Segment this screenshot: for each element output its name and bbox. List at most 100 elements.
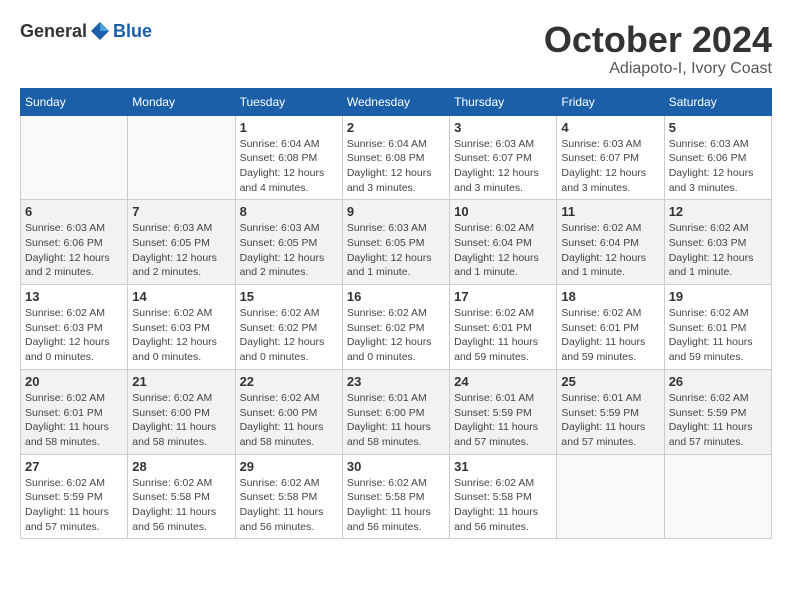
calendar-day-cell: 6 Sunrise: 6:03 AM Sunset: 6:06 PM Daylig… bbox=[21, 200, 128, 285]
day-info: Sunrise: 6:03 AM Sunset: 6:05 PM Dayligh… bbox=[240, 221, 338, 280]
calendar-day-cell: 26Sunrise: 6:02 AM Sunset: 5:59 PM Dayli… bbox=[664, 369, 771, 454]
day-info: Sunrise: 6:02 AM Sunset: 6:02 PM Dayligh… bbox=[347, 306, 445, 365]
page-header: General Blue October 2024 Adiapoto-I, Iv… bbox=[20, 20, 772, 78]
calendar-day-cell: 10 Sunrise: 6:02 AM Sunset: 6:04 PM Dayli… bbox=[450, 200, 557, 285]
calendar-day-cell: 19 Sunrise: 6:02 AM Sunset: 6:01 PM Dayli… bbox=[664, 285, 771, 370]
location: Adiapoto-I, Ivory Coast bbox=[544, 60, 772, 78]
day-info: Sunrise: 6:02 AM Sunset: 6:02 PM Dayligh… bbox=[240, 306, 338, 365]
day-number: 29 bbox=[240, 459, 338, 474]
day-number: 1 bbox=[240, 120, 338, 135]
calendar-day-header: Wednesday bbox=[342, 88, 449, 115]
day-info: Sunrise: 6:02 AM Sunset: 6:01 PM Dayligh… bbox=[561, 306, 659, 365]
calendar-day-cell bbox=[21, 115, 128, 200]
day-number: 13 bbox=[25, 289, 123, 304]
day-number: 6 bbox=[25, 204, 123, 219]
day-number: 27 bbox=[25, 459, 123, 474]
calendar-day-header: Sunday bbox=[21, 88, 128, 115]
day-info: Sunrise: 6:02 AM Sunset: 6:03 PM Dayligh… bbox=[25, 306, 123, 365]
calendar-day-cell: 2Sunrise: 6:04 AM Sunset: 6:08 PM Daylig… bbox=[342, 115, 449, 200]
day-info: Sunrise: 6:04 AM Sunset: 6:08 PM Dayligh… bbox=[240, 137, 338, 196]
day-number: 19 bbox=[669, 289, 767, 304]
day-info: Sunrise: 6:03 AM Sunset: 6:07 PM Dayligh… bbox=[561, 137, 659, 196]
calendar-table: SundayMondayTuesdayWednesdayThursdayFrid… bbox=[20, 88, 772, 540]
calendar-day-cell: 27 Sunrise: 6:02 AM Sunset: 5:59 PM Dayli… bbox=[21, 454, 128, 539]
day-info: Sunrise: 6:03 AM Sunset: 6:05 PM Dayligh… bbox=[132, 221, 230, 280]
calendar-week-row: 1 Sunrise: 6:04 AM Sunset: 6:08 PM Daylig… bbox=[21, 115, 772, 200]
calendar-day-cell: 16 Sunrise: 6:02 AM Sunset: 6:02 PM Dayli… bbox=[342, 285, 449, 370]
calendar-day-cell bbox=[664, 454, 771, 539]
logo-container: General Blue bbox=[20, 20, 152, 42]
day-number: 10 bbox=[454, 204, 552, 219]
calendar-day-cell: 3Sunrise: 6:03 AM Sunset: 6:07 PM Daylig… bbox=[450, 115, 557, 200]
calendar-day-cell: 31Sunrise: 6:02 AM Sunset: 5:58 PM Dayli… bbox=[450, 454, 557, 539]
day-number: 28 bbox=[132, 459, 230, 474]
title-section: October 2024 Adiapoto-I, Ivory Coast bbox=[544, 20, 772, 78]
day-number: 3 bbox=[454, 120, 552, 135]
day-number: 26 bbox=[669, 374, 767, 389]
calendar-day-cell: 28 Sunrise: 6:02 AM Sunset: 5:58 PM Dayli… bbox=[128, 454, 235, 539]
day-info: Sunrise: 6:04 AM Sunset: 6:08 PM Dayligh… bbox=[347, 137, 445, 196]
day-info: Sunrise: 6:02 AM Sunset: 5:58 PM Dayligh… bbox=[240, 476, 338, 535]
calendar-week-row: 20 Sunrise: 6:02 AM Sunset: 6:01 PM Dayli… bbox=[21, 369, 772, 454]
calendar-day-cell bbox=[128, 115, 235, 200]
calendar-day-cell: 25Sunrise: 6:01 AM Sunset: 5:59 PM Dayli… bbox=[557, 369, 664, 454]
day-number: 8 bbox=[240, 204, 338, 219]
calendar-day-cell: 21 Sunrise: 6:02 AM Sunset: 6:00 PM Dayli… bbox=[128, 369, 235, 454]
day-info: Sunrise: 6:02 AM Sunset: 6:03 PM Dayligh… bbox=[132, 306, 230, 365]
day-info: Sunrise: 6:02 AM Sunset: 5:58 PM Dayligh… bbox=[132, 476, 230, 535]
day-number: 15 bbox=[240, 289, 338, 304]
calendar-week-row: 13 Sunrise: 6:02 AM Sunset: 6:03 PM Dayli… bbox=[21, 285, 772, 370]
calendar-day-header: Monday bbox=[128, 88, 235, 115]
day-number: 7 bbox=[132, 204, 230, 219]
day-info: Sunrise: 6:03 AM Sunset: 6:05 PM Dayligh… bbox=[347, 221, 445, 280]
calendar-day-cell: 8 Sunrise: 6:03 AM Sunset: 6:05 PM Daylig… bbox=[235, 200, 342, 285]
calendar-day-cell: 14 Sunrise: 6:02 AM Sunset: 6:03 PM Dayli… bbox=[128, 285, 235, 370]
day-info: Sunrise: 6:02 AM Sunset: 6:01 PM Dayligh… bbox=[25, 391, 123, 450]
day-number: 14 bbox=[132, 289, 230, 304]
calendar-day-cell: 24 Sunrise: 6:01 AM Sunset: 5:59 PM Dayli… bbox=[450, 369, 557, 454]
logo: General Blue bbox=[20, 20, 152, 42]
calendar-day-cell: 4 Sunrise: 6:03 AM Sunset: 6:07 PM Daylig… bbox=[557, 115, 664, 200]
calendar-day-cell bbox=[557, 454, 664, 539]
day-number: 20 bbox=[25, 374, 123, 389]
calendar-day-cell: 15 Sunrise: 6:02 AM Sunset: 6:02 PM Dayli… bbox=[235, 285, 342, 370]
calendar-day-cell: 1 Sunrise: 6:04 AM Sunset: 6:08 PM Daylig… bbox=[235, 115, 342, 200]
day-info: Sunrise: 6:02 AM Sunset: 6:04 PM Dayligh… bbox=[454, 221, 552, 280]
day-info: Sunrise: 6:03 AM Sunset: 6:06 PM Dayligh… bbox=[669, 137, 767, 196]
day-number: 17 bbox=[454, 289, 552, 304]
day-number: 30 bbox=[347, 459, 445, 474]
day-number: 4 bbox=[561, 120, 659, 135]
day-info: Sunrise: 6:02 AM Sunset: 6:00 PM Dayligh… bbox=[132, 391, 230, 450]
calendar-header-row: SundayMondayTuesdayWednesdayThursdayFrid… bbox=[21, 88, 772, 115]
day-number: 5 bbox=[669, 120, 767, 135]
calendar-day-cell: 7 Sunrise: 6:03 AM Sunset: 6:05 PM Daylig… bbox=[128, 200, 235, 285]
day-number: 12 bbox=[669, 204, 767, 219]
calendar-day-header: Saturday bbox=[664, 88, 771, 115]
day-info: Sunrise: 6:02 AM Sunset: 6:04 PM Dayligh… bbox=[561, 221, 659, 280]
day-info: Sunrise: 6:01 AM Sunset: 5:59 PM Dayligh… bbox=[454, 391, 552, 450]
logo-icon bbox=[89, 20, 111, 42]
day-number: 21 bbox=[132, 374, 230, 389]
day-number: 24 bbox=[454, 374, 552, 389]
calendar-day-cell: 30Sunrise: 6:02 AM Sunset: 5:58 PM Dayli… bbox=[342, 454, 449, 539]
day-info: Sunrise: 6:02 AM Sunset: 5:59 PM Dayligh… bbox=[25, 476, 123, 535]
calendar-day-header: Friday bbox=[557, 88, 664, 115]
calendar-day-cell: 12 Sunrise: 6:02 AM Sunset: 6:03 PM Dayli… bbox=[664, 200, 771, 285]
logo-general-text: General bbox=[20, 21, 87, 42]
calendar-day-cell: 5 Sunrise: 6:03 AM Sunset: 6:06 PM Daylig… bbox=[664, 115, 771, 200]
day-info: Sunrise: 6:03 AM Sunset: 6:06 PM Dayligh… bbox=[25, 221, 123, 280]
day-number: 11 bbox=[561, 204, 659, 219]
day-number: 16 bbox=[347, 289, 445, 304]
day-info: Sunrise: 6:02 AM Sunset: 6:01 PM Dayligh… bbox=[669, 306, 767, 365]
calendar-day-cell: 9Sunrise: 6:03 AM Sunset: 6:05 PM Daylig… bbox=[342, 200, 449, 285]
calendar-day-cell: 20 Sunrise: 6:02 AM Sunset: 6:01 PM Dayli… bbox=[21, 369, 128, 454]
day-info: Sunrise: 6:02 AM Sunset: 5:58 PM Dayligh… bbox=[454, 476, 552, 535]
day-info: Sunrise: 6:02 AM Sunset: 6:03 PM Dayligh… bbox=[669, 221, 767, 280]
month-title: October 2024 bbox=[544, 20, 772, 60]
day-number: 18 bbox=[561, 289, 659, 304]
calendar-day-cell: 23Sunrise: 6:01 AM Sunset: 6:00 PM Dayli… bbox=[342, 369, 449, 454]
day-info: Sunrise: 6:01 AM Sunset: 5:59 PM Dayligh… bbox=[561, 391, 659, 450]
calendar-day-cell: 11 Sunrise: 6:02 AM Sunset: 6:04 PM Dayli… bbox=[557, 200, 664, 285]
calendar-day-header: Tuesday bbox=[235, 88, 342, 115]
calendar-day-cell: 17Sunrise: 6:02 AM Sunset: 6:01 PM Dayli… bbox=[450, 285, 557, 370]
